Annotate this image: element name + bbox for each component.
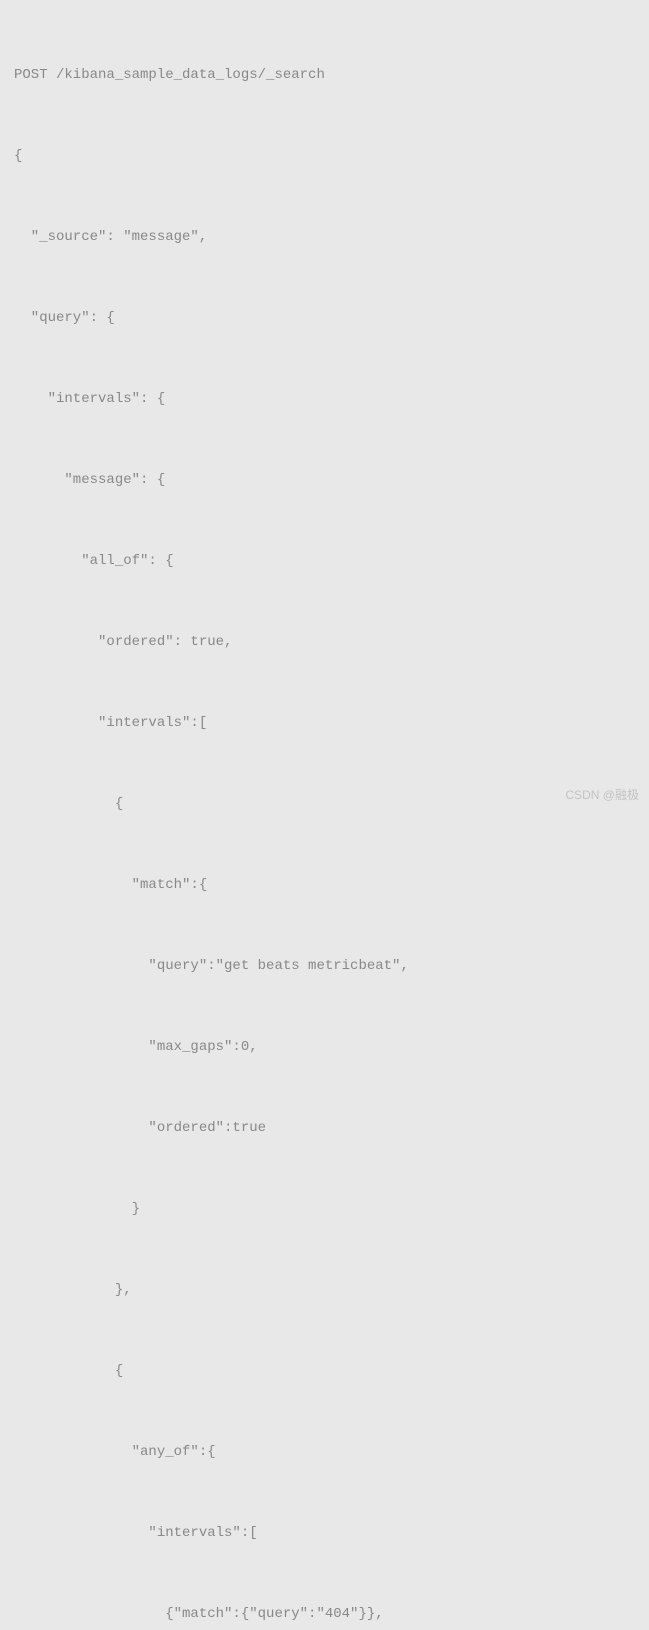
code-line: "intervals": { — [14, 386, 635, 413]
code-line: { — [14, 791, 635, 818]
watermark: CSDN @融极 — [565, 782, 639, 809]
code-line: POST /kibana_sample_data_logs/_search — [14, 62, 635, 89]
code-line: { — [14, 1358, 635, 1385]
code-line: "all_of": { — [14, 548, 635, 575]
code-line: "max_gaps":0, — [14, 1034, 635, 1061]
code-line: {"match":{"query":"404"}}, — [14, 1601, 635, 1628]
code-line: "message": { — [14, 467, 635, 494]
code-line: "ordered":true — [14, 1115, 635, 1142]
code-line: "query":"get beats metricbeat", — [14, 953, 635, 980]
code-line: "ordered": true, — [14, 629, 635, 656]
code-line: "any_of":{ — [14, 1439, 635, 1466]
code-line: }, — [14, 1277, 635, 1304]
code-line: "intervals":[ — [14, 1520, 635, 1547]
code-block: POST /kibana_sample_data_logs/_search { … — [14, 8, 635, 1630]
code-line: "_source": "message", — [14, 224, 635, 251]
code-line: { — [14, 143, 635, 170]
code-line: "query": { — [14, 305, 635, 332]
code-line: } — [14, 1196, 635, 1223]
code-line: "match":{ — [14, 872, 635, 899]
code-line: "intervals":[ — [14, 710, 635, 737]
